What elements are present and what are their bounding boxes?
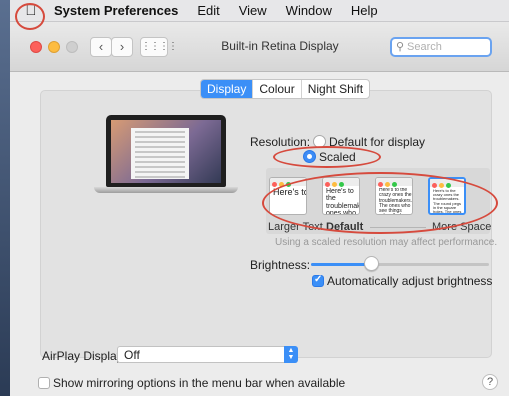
brightness-slider-fill	[311, 263, 372, 266]
brightness-label: Brightness:	[250, 258, 311, 272]
scale-option-more-space[interactable]: Here's to the crazy ones the troublemake…	[428, 177, 466, 215]
show-all-button[interactable]: ⋮⋮⋮⋮	[140, 37, 178, 57]
tab-night-shift[interactable]: Night Shift	[302, 80, 369, 98]
menu-window[interactable]: Window	[286, 3, 332, 18]
menu-system-preferences[interactable]: System Preferences	[54, 3, 178, 18]
airplay-display-value: Off	[124, 348, 140, 362]
scale-option-larger-text[interactable]: Here's to the troublemakers	[269, 177, 307, 215]
scale-sample-text: Here's to the troublemakers ones who	[326, 188, 359, 215]
scale-label-default: Default	[326, 221, 364, 233]
brightness-slider-knob[interactable]	[364, 256, 379, 271]
scaled-radio[interactable]	[303, 150, 316, 163]
airplay-display-label: AirPlay Display:	[42, 349, 127, 363]
scale-sample-text: Here's to the troublemakers	[273, 188, 306, 197]
display-preferences-window: ‹ › ⋮⋮⋮⋮ Built-in Retina Display ⚲ Searc…	[10, 3, 509, 396]
scale-label-larger-text: Larger Text	[268, 221, 323, 233]
popup-arrows-icon: ▲ ▼	[284, 346, 298, 363]
scale-option-medium[interactable]: Here's to the crazy ones the troublemake…	[375, 177, 413, 215]
scale-sample-text: Here's to the crazy ones the troublemake…	[379, 188, 412, 214]
magnifier-icon: ⚲	[396, 41, 405, 53]
resolution-label: Resolution:	[250, 135, 311, 149]
forward-button[interactable]: ›	[111, 37, 133, 57]
scaled-label: Scaled	[319, 150, 356, 164]
tab-bar: Display Colour Night Shift	[200, 79, 371, 99]
auto-brightness-checkbox[interactable]	[312, 274, 324, 287]
default-for-display-label: Default for display	[329, 135, 426, 149]
document-thumbnail	[131, 128, 189, 179]
tab-colour[interactable]: Colour	[253, 80, 302, 98]
menu-view[interactable]: View	[239, 3, 267, 18]
laptop-lid	[106, 115, 226, 187]
minimize-window-button[interactable]	[48, 41, 60, 53]
apple-menu-icon[interactable]: 	[24, 2, 38, 19]
scaling-warning-text: Using a scaled resolution may affect per…	[275, 237, 498, 248]
auto-brightness-label: Automatically adjust brightness	[327, 274, 493, 288]
scale-divider-line	[370, 227, 426, 228]
tab-display[interactable]: Display	[201, 80, 254, 98]
close-window-button[interactable]	[30, 41, 42, 53]
grid-icon: ⋮⋮⋮⋮	[141, 41, 178, 52]
window-title: Built-in Retina Display	[221, 39, 339, 53]
desktop-background	[0, 0, 10, 396]
search-placeholder: Search	[407, 41, 442, 53]
airplay-display-popup[interactable]: Off ▲ ▼	[117, 346, 298, 363]
window-toolbar: ‹ › ⋮⋮⋮⋮ Built-in Retina Display ⚲ Searc…	[10, 22, 509, 72]
mirroring-options-label: Show mirroring options in the menu bar w…	[53, 376, 346, 390]
mirroring-options-checkbox[interactable]	[38, 377, 50, 389]
zoom-window-button[interactable]	[66, 41, 78, 53]
back-button[interactable]: ‹	[90, 37, 112, 57]
scale-option-default[interactable]: Here's to the troublemakers ones who	[322, 177, 360, 215]
display-preview-image	[94, 115, 238, 215]
scale-sample-text: Here's to the crazy ones the troublemake…	[433, 189, 462, 214]
default-for-display-radio[interactable]	[313, 135, 326, 148]
brightness-slider[interactable]	[311, 263, 489, 266]
search-field[interactable]: ⚲ Search	[390, 37, 492, 57]
menu-edit[interactable]: Edit	[197, 3, 219, 18]
chevron-right-icon: ›	[119, 39, 125, 54]
menu-help[interactable]: Help	[351, 3, 378, 18]
laptop-screen	[111, 120, 221, 183]
menu-bar:  System Preferences Edit View Window He…	[10, 0, 509, 22]
help-button[interactable]: ?	[482, 374, 498, 390]
laptop-base	[94, 187, 238, 193]
scale-label-more-space: More Space	[432, 221, 492, 233]
chevron-left-icon: ‹	[98, 39, 104, 54]
